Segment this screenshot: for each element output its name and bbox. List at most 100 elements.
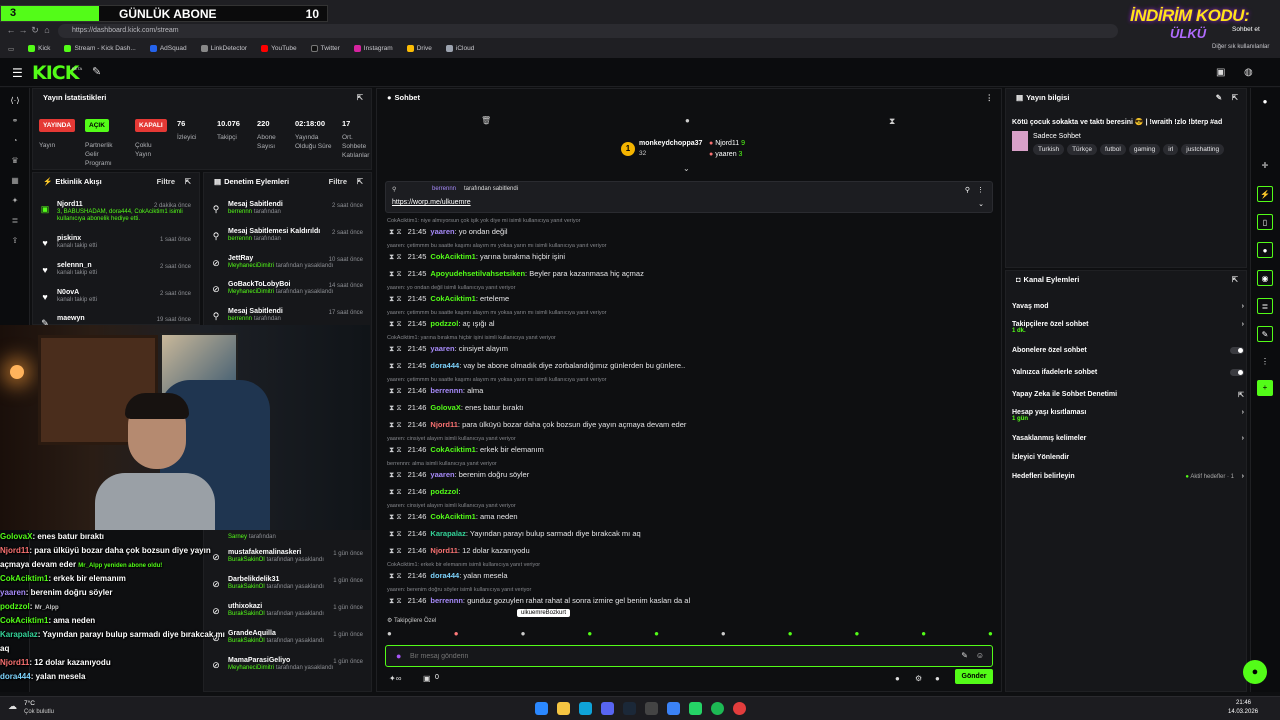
mod-actions-icon[interactable]: ⧗ ⧖ [389, 487, 402, 496]
chat-message[interactable]: ⧗ ⧖ 21:45 Apoyudehsetilvahsetsiken: Beyler… [389, 267, 644, 280]
spotify-icon[interactable] [711, 702, 724, 715]
action-set-goals[interactable]: Hedefleri belirleyin ● Aktif hedefler · 1… [1012, 473, 1248, 480]
bookmark-adsquad[interactable]: AdSquad [149, 45, 187, 53]
mod-actions-icon[interactable]: ⧗ ⧖ [389, 445, 402, 454]
chat-message[interactable]: ⧗ ⧖ 21:45 CokAciktim1: yarına bırakma hiçb… [389, 250, 565, 263]
weather-temp[interactable]: 7°C [24, 700, 35, 707]
mod-actions-icon[interactable]: ⧗ ⧖ [389, 319, 402, 328]
reload-icon[interactable]: ↻ [30, 25, 40, 35]
emote-icon[interactable]: ● [921, 629, 926, 638]
chat-message[interactable]: ⧗ ⧖ 21:46 dora444: yalan mesela [389, 569, 508, 582]
pin-icon[interactable]: ✎ [92, 65, 101, 78]
action-ai-moderation[interactable]: Yapay Zeka ile Sohbet Denetimi ⇱ [1012, 391, 1248, 399]
message-username[interactable]: Apoyudehsetilvahsetsiken [430, 269, 525, 278]
chat-message[interactable]: ⧗ ⧖ 21:46 berrennn: alma [389, 384, 483, 397]
chat-settings-icon[interactable]: ⚙ [915, 674, 922, 683]
mod-actions-icon[interactable]: ⧗ ⧖ [389, 529, 402, 538]
other-bookmarks[interactable]: Diğer sık kullanılanlar [1212, 44, 1269, 50]
action-banned-words[interactable]: Yasaklanmış kelimeler › [1012, 435, 1248, 442]
mic-icon[interactable]: ● [396, 651, 401, 661]
mod-actions-icon[interactable]: ⧗ ⧖ [389, 571, 402, 580]
mod-actions-icon[interactable]: ⧗ ⧖ [389, 470, 402, 479]
top-gifter-name[interactable]: monkeydchoppa37 [639, 140, 702, 147]
chat-bubble-icon[interactable]: ● [685, 116, 690, 125]
emote-icon[interactable]: ● [854, 629, 859, 638]
mod-actions-icon[interactable]: ⧗ ⧖ [389, 546, 402, 555]
address-bar[interactable]: https://dashboard.kick.com/stream [58, 24, 1118, 38]
mod-actions-icon[interactable]: ⧗ ⧖ [389, 252, 402, 261]
popout-icon[interactable]: ⇱ [357, 89, 363, 107]
message-username[interactable]: Njord11 [430, 420, 458, 429]
emote-icon[interactable]: ● [587, 629, 592, 638]
emote-icon[interactable]: ● [521, 629, 526, 638]
emote-icon[interactable]: ● [788, 629, 793, 638]
popout-icon[interactable]: ⇱ [357, 173, 363, 191]
explorer-icon[interactable] [557, 702, 570, 715]
message-username[interactable]: yaaren [430, 470, 454, 479]
chat-message[interactable]: ⧗ ⧖ 21:45 CokAciktim1: erteleme [389, 292, 509, 305]
pinned-expand-icon[interactable]: ⌄ [978, 200, 984, 208]
popout-icon[interactable]: ⇱ [1232, 271, 1238, 289]
rail-tool-icon[interactable]: ✎ [1257, 326, 1273, 342]
chat-message[interactable]: ⧗ ⧖ 21:46 GolovaX: enes batur bıraktı [389, 401, 523, 414]
bookmark-stream-dashboard[interactable]: Stream - Kick Dash... [64, 45, 136, 53]
whatsapp-icon[interactable] [689, 702, 702, 715]
mod-actions-icon[interactable]: ⧗ ⧖ [389, 420, 402, 429]
chat-message[interactable]: ⧗ ⧖ 21:46 berrennn: gunduz gozuylen rahat … [389, 594, 690, 607]
mod-actions-icon[interactable]: ⧗ ⧖ [389, 386, 402, 395]
edit-icon[interactable]: ✎ [1216, 89, 1222, 107]
mod-actions-icon[interactable]: ⧗ ⧖ [389, 361, 402, 370]
emoji-icon[interactable]: ☺ [976, 651, 984, 660]
forward-icon[interactable]: → [18, 25, 28, 35]
popout-icon[interactable]: ⇱ [185, 173, 191, 191]
mod-actions-icon[interactable]: ⧗ ⧖ [389, 403, 402, 412]
chat-message[interactable]: ⧗ ⧖ 21:46 yaaren: berenim doğru söyler [389, 468, 529, 481]
rail-list-icon[interactable]: ≣ [0, 216, 30, 228]
rail-dashboard-icon[interactable]: ⟨·⟩ [0, 96, 30, 108]
subscribers-only-toggle[interactable] [1230, 347, 1244, 354]
mod-actions-icon[interactable]: ⧗ ⧖ [389, 227, 402, 236]
app-icon[interactable] [667, 702, 680, 715]
app-icon[interactable] [645, 702, 658, 715]
app-icon[interactable] [733, 702, 746, 715]
message-username[interactable]: yaaren [430, 227, 454, 236]
rail-flash-icon[interactable]: ⚡ [1257, 186, 1273, 202]
emote-icon[interactable]: ● [454, 629, 459, 638]
chat-message[interactable]: ⧗ ⧖ 21:46 Njord11: 12 dolar kazanıyodu [389, 544, 530, 557]
magic-icon[interactable]: ✎ [961, 651, 968, 660]
chat-message[interactable]: ⧗ ⧖ 21:46 podzzol: [389, 485, 460, 498]
action-redirect-viewers[interactable]: İzleyici Yönlendir [1012, 454, 1248, 461]
tag[interactable]: Türkçe [1067, 144, 1097, 155]
rail-radio-icon[interactable]: ◉ [1257, 270, 1273, 286]
message-username[interactable]: berrennn [430, 386, 463, 395]
bookmark-icloud[interactable]: iCloud [445, 45, 474, 53]
rail-share-icon[interactable]: ⋮ [1257, 354, 1273, 370]
chat-message[interactable]: ⧗ ⧖ 21:45 dora444: vay be abone olmadık di… [389, 359, 685, 372]
rail-upload-icon[interactable]: ⇪ [0, 236, 30, 248]
message-username[interactable]: berrennn [430, 596, 463, 605]
menu-icon[interactable]: ☰ [12, 66, 23, 80]
support-chat-icon[interactable]: ● [1243, 660, 1267, 684]
chat-message[interactable]: ⧗ ⧖ 21:46 Karapalaz: Yayından parayı bulup… [389, 527, 641, 540]
rail-trophy-icon[interactable]: ♛ [0, 156, 30, 168]
message-username[interactable]: podzzol [430, 319, 458, 328]
category-name[interactable]: Sadece Sohbet [1033, 133, 1081, 140]
profile-chat-button[interactable]: Sohbet et [1232, 26, 1260, 33]
gifter-name[interactable]: ● yaaren 3 [709, 151, 742, 158]
rail-info-icon[interactable]: ● [1257, 94, 1273, 110]
chat-users-icon[interactable]: ● [895, 674, 900, 683]
moderation-filter-button[interactable]: Filtre [329, 173, 347, 191]
user-icon[interactable]: ◍ [1244, 67, 1253, 78]
chat-message[interactable]: ⧗ ⧖ 21:46 CokAciktim1: erkek bir elemanım [389, 443, 544, 456]
emote-icon[interactable]: ● [387, 629, 392, 638]
start-icon[interactable] [535, 702, 548, 715]
mod-actions-icon[interactable]: ⧗ ⧖ [389, 269, 402, 278]
tag[interactable]: gaming [1128, 144, 1161, 155]
rail-grid-icon[interactable]: ▦ [0, 176, 30, 188]
hourglass-icon[interactable]: ⧗ [889, 116, 895, 127]
pinned-menu-icon[interactable]: ⋮ [977, 186, 984, 194]
emote-icon[interactable]: ● [721, 629, 726, 638]
message-username[interactable]: dora444 [430, 361, 459, 370]
wallet-icon[interactable]: ▣ [423, 674, 431, 683]
mod-actions-icon[interactable]: ⧗ ⧖ [389, 294, 402, 303]
